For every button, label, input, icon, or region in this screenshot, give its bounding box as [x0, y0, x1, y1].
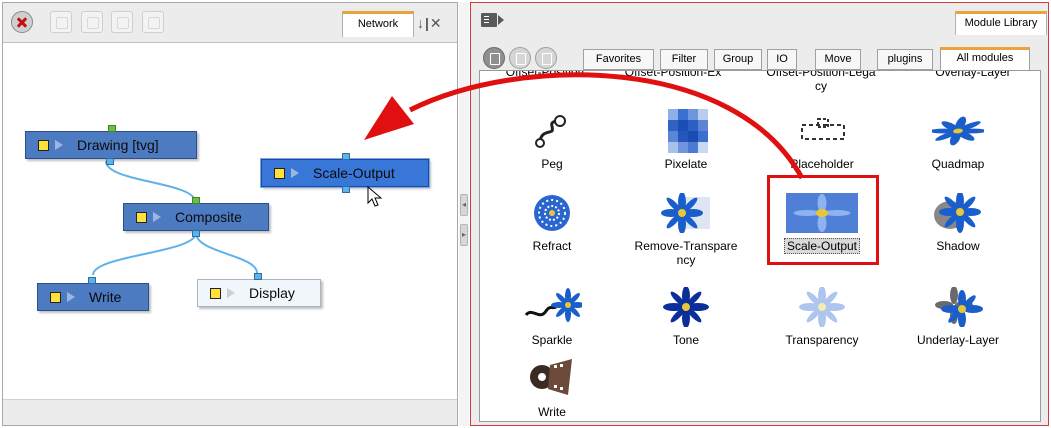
module-label[interactable]: Overlay-Layer — [908, 71, 1038, 79]
node-enable-icon[interactable] — [50, 291, 61, 303]
node-output-port[interactable] — [192, 230, 200, 237]
placeholder-icon — [801, 118, 845, 140]
underlay-layer-icon — [935, 287, 983, 327]
node-scale-output[interactable]: Scale-Output — [260, 153, 430, 193]
module-write[interactable]: Write — [492, 353, 612, 419]
module-label: Transparency — [785, 333, 859, 347]
mouse-cursor-icon — [367, 186, 383, 207]
module-label: Underlay-Layer — [916, 333, 1000, 347]
node-enable-icon[interactable] — [210, 287, 221, 299]
module-label: Placeholder — [790, 157, 854, 171]
module-label: Write — [538, 405, 566, 419]
library-header: Module Library — [471, 3, 1048, 43]
module-label[interactable]: Offset-Position-Lega cy — [756, 71, 886, 93]
network-panel: Network ↓|✕ Drawing [tvg] Scale-Output C… — [2, 2, 458, 426]
tone-icon — [663, 287, 709, 327]
node-expand-icon[interactable] — [55, 140, 63, 150]
tab-group[interactable]: Group — [714, 49, 762, 70]
node-input-port[interactable] — [342, 153, 350, 160]
node-input-port[interactable] — [192, 197, 200, 204]
remove-transparency-icon — [661, 193, 710, 233]
module-pixelate[interactable]: Pixelate — [626, 105, 746, 171]
module-grid: Offset-Position Offset-Position-Ex Offse… — [479, 70, 1041, 422]
node-enable-icon[interactable] — [38, 139, 49, 151]
node-output-port[interactable] — [342, 186, 350, 193]
node-expand-icon[interactable] — [67, 292, 75, 302]
collapse-right-icon[interactable]: ▸ — [460, 224, 468, 246]
module-shadow[interactable]: Shadow — [898, 187, 1018, 253]
node-display[interactable]: Display — [197, 273, 321, 307]
module-remove-transparency[interactable]: Remove-Transpare ncy — [626, 187, 746, 267]
tab-filter[interactable]: Filter — [660, 49, 708, 70]
tab-move[interactable]: Move — [815, 49, 861, 70]
node-enable-icon[interactable] — [136, 211, 147, 223]
scale-output-highlight — [767, 175, 879, 265]
tab-module-library[interactable]: Module Library — [955, 11, 1047, 35]
network-status-bar — [3, 399, 457, 425]
node-label: Scale-Output — [313, 165, 395, 181]
module-label[interactable]: Offset-Position — [480, 71, 610, 79]
module-underlay-layer[interactable]: Underlay-Layer — [898, 281, 1018, 347]
node-output-port[interactable] — [106, 158, 114, 165]
node-label: Drawing [tvg] — [77, 137, 159, 153]
peg-icon — [535, 115, 566, 148]
node-label: Display — [249, 285, 295, 301]
write-icon — [530, 359, 572, 395]
node-composite[interactable]: Composite — [123, 197, 269, 237]
tab-plugins[interactable]: plugins — [877, 49, 933, 70]
module-peg[interactable]: Peg — [492, 105, 612, 171]
app-root: Network ↓|✕ Drawing [tvg] Scale-Output C… — [0, 0, 1051, 428]
node-label: Write — [89, 289, 122, 305]
sparkle-icon — [524, 288, 582, 322]
node-input-port[interactable] — [254, 273, 262, 280]
module-tone[interactable]: Tone — [626, 281, 746, 347]
grid-view-icon[interactable] — [535, 47, 557, 69]
quadmap-icon — [932, 116, 984, 146]
module-label: Quadmap — [931, 157, 985, 171]
transparency-icon — [799, 287, 845, 327]
module-refract[interactable]: Refract — [492, 187, 612, 253]
module-label: Shadow — [936, 239, 980, 253]
node-write[interactable]: Write — [37, 277, 149, 311]
module-label: Remove-Transpare ncy — [634, 239, 738, 267]
module-sparkle[interactable]: Sparkle — [492, 281, 612, 347]
node-expand-icon[interactable] — [291, 168, 299, 178]
node-enable-icon[interactable] — [274, 167, 285, 179]
node-expand-icon[interactable] — [153, 212, 161, 222]
node-drawing[interactable]: Drawing [tvg] — [25, 125, 197, 165]
module-label: Refract — [532, 239, 572, 253]
node-input-port[interactable] — [108, 125, 116, 132]
module-label[interactable]: Offset-Position-Ex — [608, 71, 738, 79]
collapse-left-icon[interactable]: ◂ — [460, 194, 468, 216]
panel-splitter[interactable]: ◂ ▸ — [459, 2, 469, 426]
module-label: Pixelate — [664, 157, 708, 171]
module-label: Sparkle — [531, 333, 573, 347]
shadow-icon — [934, 193, 981, 233]
node-expand-icon[interactable] — [227, 288, 235, 298]
node-label: Composite — [175, 209, 242, 225]
module-label: Tone — [672, 333, 700, 347]
tab-io[interactable]: IO — [767, 49, 797, 70]
module-placeholder[interactable]: Placeholder — [762, 105, 882, 171]
module-label: Peg — [541, 157, 563, 171]
detail-view-icon[interactable] — [509, 47, 531, 69]
module-library-panel: Module Library Favorites Filter Group IO… — [470, 2, 1049, 426]
list-view-icon[interactable] — [483, 47, 505, 69]
panel-menu-icon[interactable] — [481, 13, 504, 27]
pixelate-icon — [668, 109, 708, 153]
tab-favorites[interactable]: Favorites — [583, 49, 654, 70]
module-transparency[interactable]: Transparency — [762, 281, 882, 347]
node-input-port[interactable] — [88, 277, 96, 284]
refract-icon — [534, 195, 570, 231]
tab-all-modules[interactable]: All modules — [940, 47, 1030, 70]
module-quadmap[interactable]: Quadmap — [898, 105, 1018, 171]
